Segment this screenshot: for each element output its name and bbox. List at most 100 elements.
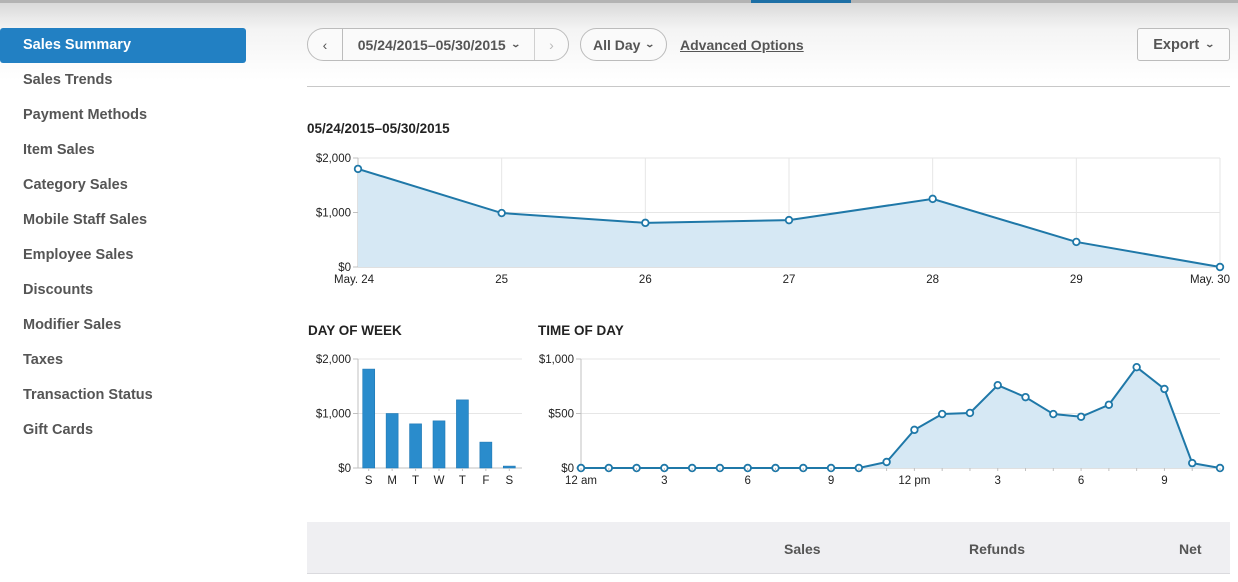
x-tick-label: 3 bbox=[995, 475, 1001, 487]
data-point bbox=[1076, 412, 1086, 421]
sidebar-item-transaction-status[interactable]: Transaction Status bbox=[0, 378, 246, 413]
x-tick-label: 25 bbox=[495, 274, 508, 286]
sidebar-item-payment-methods[interactable]: Payment Methods bbox=[0, 98, 246, 133]
y-tick-label: $2,000 bbox=[316, 354, 351, 366]
x-tick-label: 28 bbox=[926, 274, 939, 286]
sidebar: Sales Summary Sales Trends Payment Methods… bbox=[0, 28, 246, 448]
day-of-week-title: DAY OF WEEK bbox=[308, 323, 402, 338]
x-tick-label: 12 am bbox=[565, 475, 597, 487]
x-tick-label: T bbox=[412, 475, 419, 487]
data-point bbox=[1132, 362, 1141, 372]
x-tick-label: 26 bbox=[639, 274, 652, 286]
column-header-sales[interactable]: Sales bbox=[784, 541, 821, 557]
export-label: Export bbox=[1153, 36, 1200, 53]
x-tick-label: F bbox=[482, 475, 489, 487]
time-filter-label: All Day bbox=[592, 36, 641, 53]
sidebar-item-discounts[interactable]: Discounts bbox=[0, 273, 246, 308]
sidebar-item-modifier-sales[interactable]: Modifier Sales bbox=[0, 308, 246, 343]
bar bbox=[432, 420, 446, 469]
data-point bbox=[993, 380, 1002, 390]
next-range-button[interactable]: › bbox=[534, 29, 568, 60]
data-point bbox=[910, 425, 919, 435]
y-tick-label: $0 bbox=[338, 463, 351, 475]
report-toolbar: ‹ 05/24/2015–05/30/2015 ⌄ › All Day ⌄ Ad… bbox=[307, 28, 1230, 62]
chevron-left-icon: ‹ bbox=[322, 36, 328, 53]
column-header-net[interactable]: Net bbox=[1179, 541, 1202, 557]
y-tick-label: $0 bbox=[338, 262, 351, 274]
sidebar-item-employee-sales[interactable]: Employee Sales bbox=[0, 238, 246, 273]
advanced-options-link[interactable]: Advanced Options bbox=[680, 37, 804, 53]
toolbar-divider bbox=[307, 86, 1230, 87]
date-range-label: 05/24/2015–05/30/2015 bbox=[357, 36, 506, 53]
data-point bbox=[928, 194, 937, 204]
x-tick-label: S bbox=[505, 475, 513, 487]
data-point bbox=[1104, 400, 1114, 409]
range-chart-title: 05/24/2015–05/30/2015 bbox=[307, 121, 450, 136]
data-point bbox=[784, 215, 794, 225]
x-tick-label: T bbox=[459, 475, 466, 487]
date-range-dropdown[interactable]: 05/24/2015–05/30/2015 ⌄ bbox=[342, 29, 534, 60]
x-tick-label: May. 24 bbox=[334, 274, 375, 286]
x-tick-label: 3 bbox=[661, 475, 667, 487]
x-tick-label: M bbox=[387, 475, 397, 487]
bar bbox=[385, 413, 399, 469]
bar bbox=[362, 368, 376, 469]
time-of-day-title: TIME OF DAY bbox=[538, 323, 624, 338]
x-tick-label: 6 bbox=[744, 475, 750, 487]
range-sales-chart: $0 $1,000 $2,000 May. 24 25 26 27 28 29 May. 30 bbox=[316, 153, 1230, 286]
x-tick-label: 29 bbox=[1070, 274, 1083, 286]
data-point bbox=[965, 408, 975, 418]
y-tick-label: $2,000 bbox=[316, 153, 351, 165]
date-range-control: ‹ 05/24/2015–05/30/2015 ⌄ › bbox=[307, 28, 569, 61]
x-tick-label: 9 bbox=[1161, 475, 1167, 487]
sidebar-item-item-sales[interactable]: Item Sales bbox=[0, 133, 246, 168]
bar bbox=[409, 423, 422, 469]
top-bar bbox=[0, 0, 1238, 30]
data-point bbox=[882, 457, 891, 467]
data-point bbox=[1160, 384, 1169, 394]
x-tick-label: 9 bbox=[828, 475, 834, 487]
x-tick-label: S bbox=[365, 475, 373, 487]
column-header-refunds[interactable]: Refunds bbox=[969, 541, 1025, 557]
time-of-day-chart: $0 $500 $1,000 12 am 3 6 9 12 pm 3 6 9 bbox=[539, 354, 1225, 487]
x-tick-label: 12 pm bbox=[898, 475, 930, 487]
y-tick-label: $0 bbox=[561, 463, 574, 475]
data-point bbox=[1072, 237, 1081, 247]
top-tab-strip bbox=[0, 0, 1238, 3]
data-point bbox=[641, 218, 650, 228]
data-point bbox=[937, 409, 947, 419]
sidebar-item-category-sales[interactable]: Category Sales bbox=[0, 168, 246, 203]
bar bbox=[456, 399, 469, 469]
y-tick-label: $1,000 bbox=[539, 354, 574, 366]
chevron-down-icon: ⌄ bbox=[644, 39, 656, 49]
summary-table-header: Sales Refunds Net bbox=[307, 522, 1230, 574]
chevron-down-icon: ⌄ bbox=[510, 39, 521, 49]
data-point bbox=[497, 208, 506, 218]
x-tick-label: May. 30 bbox=[1190, 274, 1230, 286]
active-tab-indicator[interactable] bbox=[751, 0, 851, 3]
x-tick-label: W bbox=[434, 475, 445, 487]
y-tick-label: $1,000 bbox=[316, 208, 351, 220]
sidebar-item-gift-cards[interactable]: Gift Cards bbox=[0, 413, 246, 448]
data-point bbox=[1049, 409, 1058, 419]
chevron-down-icon: ⌄ bbox=[1204, 39, 1216, 49]
y-tick-label: $500 bbox=[548, 409, 574, 421]
time-filter-dropdown[interactable]: All Day ⌄ bbox=[580, 28, 667, 61]
bar bbox=[479, 441, 493, 469]
previous-range-button[interactable]: ‹ bbox=[308, 29, 342, 60]
area-fill bbox=[581, 367, 1220, 468]
sidebar-item-mobile-staff-sales[interactable]: Mobile Staff Sales bbox=[0, 203, 246, 238]
sidebar-item-sales-summary[interactable]: Sales Summary bbox=[0, 28, 246, 63]
x-tick-label: 6 bbox=[1078, 475, 1084, 487]
data-point bbox=[1021, 392, 1030, 402]
chevron-right-icon: › bbox=[549, 36, 554, 53]
sidebar-item-sales-trends[interactable]: Sales Trends bbox=[0, 63, 246, 98]
sidebar-item-taxes[interactable]: Taxes bbox=[0, 343, 246, 378]
x-tick-label: 27 bbox=[783, 274, 796, 286]
day-of-week-chart: $0 $1,000 $2,000 S M T W T F S bbox=[316, 354, 522, 487]
bar bbox=[502, 465, 516, 469]
data-point bbox=[353, 164, 363, 174]
export-button[interactable]: Export ⌄ bbox=[1137, 28, 1230, 61]
data-point bbox=[1215, 262, 1225, 272]
data-point bbox=[1188, 458, 1197, 468]
